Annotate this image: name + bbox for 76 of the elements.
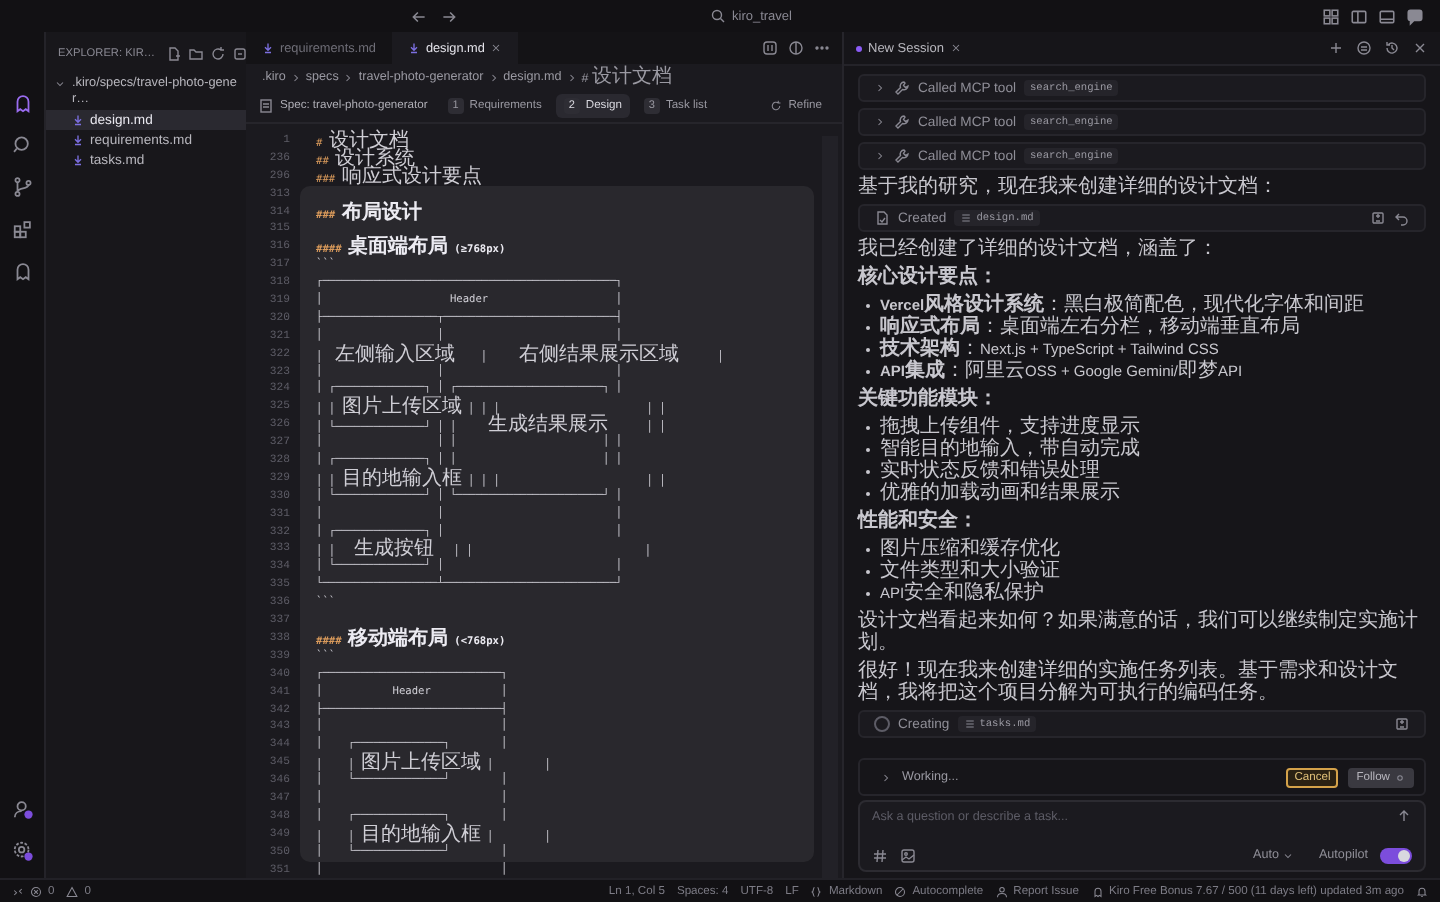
close-icon[interactable]: [490, 42, 503, 54]
chevron-icon: [487, 71, 500, 83]
chevron-icon[interactable]: [880, 771, 892, 783]
undo-icon[interactable]: [1394, 210, 1410, 226]
extensions-icon[interactable]: [11, 218, 33, 240]
markdown-icon: [72, 134, 84, 146]
new-file-icon[interactable]: [165, 46, 181, 62]
settings-icon[interactable]: [11, 840, 33, 862]
list-item: 实时状态反馈和错误处理: [880, 460, 1100, 482]
chevron-icon: [874, 150, 886, 162]
section-heading: 核心设计要点：: [858, 266, 1000, 288]
image-icon[interactable]: [900, 847, 916, 863]
caret-icon: [1282, 849, 1295, 861]
list-item: 智能目的地输入，带自动完成: [880, 438, 1140, 460]
forward-arrow-icon[interactable]: [440, 7, 458, 25]
braces-icon: [810, 885, 823, 897]
send-icon[interactable]: [1396, 808, 1412, 824]
markdown-icon: [407, 42, 420, 54]
collapse-icon[interactable]: [231, 46, 246, 62]
remote-icon[interactable]: [12, 885, 24, 897]
chevron-icon: [874, 116, 886, 128]
message-text: 很好！现在我来创建详细的实施任务列表。基于需求和设计文档，我将把这个项目分解为可执行的编码任务。: [858, 660, 1400, 704]
layout-icon[interactable]: [1322, 7, 1340, 25]
search-icon[interactable]: [11, 134, 33, 156]
chevron-icon: [289, 71, 302, 83]
list-item: 文件类型和大小验证: [880, 560, 1060, 582]
ghost-icon[interactable]: [11, 260, 33, 282]
list-item: 拖拽上传组件，支持进度显示: [880, 416, 1140, 438]
message-text: 设计文档看起来如何？如果满意的话，我们可以继续制定实施计划。: [858, 610, 1420, 654]
bell-icon[interactable]: [1416, 885, 1428, 897]
markdown-icon: [72, 114, 84, 126]
diff-icon[interactable]: [1370, 210, 1386, 226]
section-heading: 关键功能模块：: [858, 388, 1000, 410]
wrench-icon: [894, 114, 910, 130]
source-control-icon[interactable]: [11, 176, 33, 198]
plus-icon[interactable]: [1328, 40, 1344, 56]
back-arrow-icon[interactable]: [410, 7, 428, 25]
search-icon: [710, 8, 726, 24]
list-item: 图片压缩和缓存优化: [880, 538, 1060, 560]
sidebar-toggle-icon[interactable]: [1350, 7, 1368, 25]
refresh-icon[interactable]: [209, 46, 225, 62]
document-icon: [258, 98, 274, 114]
diff-icon[interactable]: [1394, 716, 1410, 732]
blocked-icon: [894, 885, 907, 897]
account-icon[interactable]: [11, 798, 33, 820]
ghost-icon[interactable]: [11, 92, 33, 114]
target-icon: [1394, 771, 1406, 783]
message-text: 我已经创建了详细的设计文档，涵盖了：: [858, 238, 1220, 260]
list-item: 响应式布局：桌面端左右分栏，移动端垂直布局: [880, 316, 1300, 338]
new-folder-icon[interactable]: [187, 46, 203, 62]
hash-icon[interactable]: [872, 847, 888, 863]
markdown-icon: [262, 42, 274, 54]
close-icon[interactable]: [1412, 40, 1428, 56]
refresh-icon: [770, 100, 783, 112]
panel-toggle-icon[interactable]: [1378, 7, 1396, 25]
section-heading: 性能和安全：: [858, 510, 980, 532]
chat-icon[interactable]: [1406, 7, 1424, 25]
more-icon[interactable]: [814, 40, 830, 56]
chevron-icon: [342, 71, 355, 83]
wrench-icon: [894, 80, 910, 96]
close-icon[interactable]: [949, 42, 962, 54]
wrench-icon: [894, 148, 910, 164]
list-item: 优雅的加载动画和结果展示: [880, 482, 1120, 504]
chevron-icon: [565, 71, 578, 83]
ghost-icon: [1091, 885, 1104, 897]
autopilot-toggle[interactable]: [1380, 847, 1412, 863]
chevron-icon: [874, 82, 886, 94]
markdown-icon: [72, 154, 84, 166]
error-icon[interactable]: [30, 885, 42, 897]
history-icon[interactable]: [1384, 40, 1400, 56]
compare-icon[interactable]: [762, 40, 778, 56]
warning-icon[interactable]: [66, 885, 79, 897]
session-icon[interactable]: [1356, 40, 1372, 56]
message-text: 基于我的研究，现在我来创建详细的设计文档：: [858, 176, 1280, 198]
person-icon: [995, 885, 1008, 897]
split-editor-icon[interactable]: [788, 40, 804, 56]
